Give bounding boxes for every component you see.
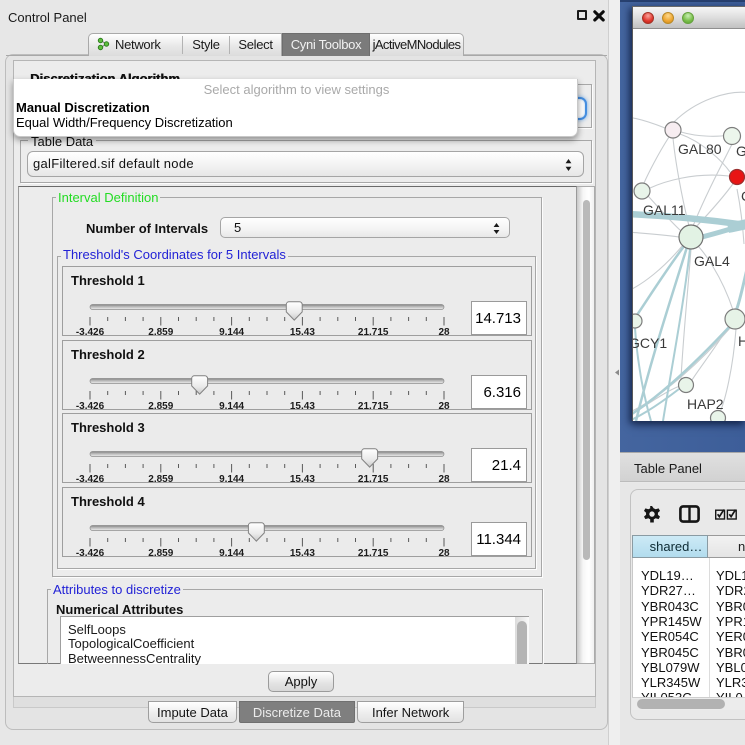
svg-text:GAL80: GAL80 [678, 141, 722, 157]
svg-text:GAL4: GAL4 [694, 253, 730, 269]
svg-text:HAP2: HAP2 [687, 396, 724, 412]
svg-text:HIS4: HIS4 [738, 333, 745, 349]
svg-text:CR: CR [741, 188, 745, 204]
svg-text:GAL: GAL [736, 143, 745, 159]
svg-text:GAL11: GAL11 [643, 202, 686, 218]
svg-text:GCY1: GCY1 [633, 335, 667, 351]
